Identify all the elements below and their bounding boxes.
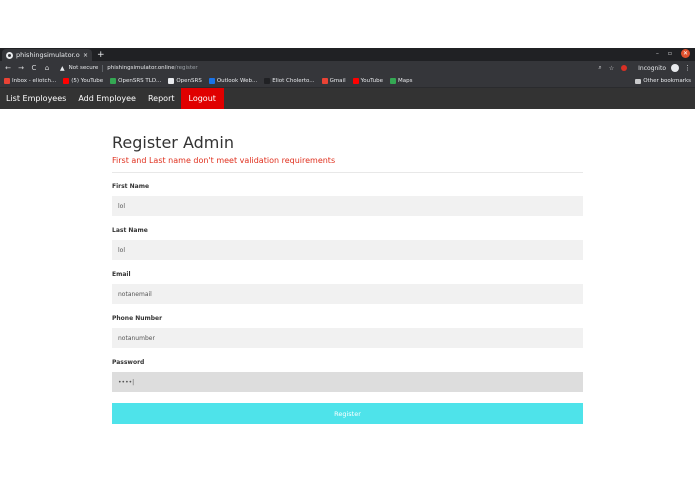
bookmark-favicon-icon	[264, 78, 271, 84]
bookmark-item[interactable]: YouTube	[352, 78, 383, 84]
bookmark-favicon-icon	[110, 78, 117, 84]
last-name-input[interactable]	[112, 240, 583, 260]
bookmark-label: OpenSRS TLD...	[118, 78, 162, 84]
bookmark-favicon-icon	[63, 78, 70, 84]
bookmark-label: Outlook Web...	[216, 78, 258, 84]
tab-title: phishingsimulator.online/register	[16, 51, 80, 59]
reload-icon[interactable]: C	[30, 64, 38, 72]
window-controls: – ▫ ✕	[656, 49, 690, 58]
home-icon[interactable]: ⌂	[43, 64, 51, 72]
phone-label: Phone Number	[112, 315, 163, 322]
bookmark-favicon-icon	[321, 78, 328, 84]
menu-icon[interactable]: ⋮	[684, 64, 691, 72]
email-label: Email	[112, 271, 131, 278]
address-divider	[102, 64, 104, 72]
bookmark-favicon-icon	[208, 78, 215, 84]
password-input[interactable]	[112, 372, 583, 392]
register-button[interactable]: Register	[112, 403, 583, 424]
other-bookmarks-label: Other bookmarks	[643, 78, 691, 84]
security-indicator[interactable]: Not secure	[69, 65, 99, 71]
divider	[112, 172, 583, 173]
nav-list-employees[interactable]: List Employees	[0, 88, 72, 109]
new-tab-button[interactable]: +	[97, 50, 105, 61]
browser-tab[interactable]: phishingsimulator.online/register ×	[2, 49, 92, 61]
bookmark-item[interactable]: Maps	[389, 78, 413, 84]
bookmark-item[interactable]: Inbox - eliotch...	[4, 78, 56, 84]
address-bar[interactable]: ▲ Not secure phishingsimulator.online/re…	[56, 63, 633, 73]
warning-icon: ▲	[60, 64, 65, 72]
bookmark-item[interactable]: OpenSRS	[168, 78, 202, 84]
close-window-icon[interactable]: ✕	[681, 49, 690, 58]
bookmark-item[interactable]: OpenSRS TLD...	[110, 78, 161, 84]
bookmark-favicon-icon	[168, 78, 175, 84]
bookmark-favicon-icon	[389, 78, 396, 84]
top-blank-area	[0, 0, 695, 48]
bookmark-item[interactable]: (5) YouTube	[63, 78, 103, 84]
bookmark-label: Maps	[397, 78, 413, 84]
maximize-icon[interactable]: ▫	[668, 50, 672, 57]
url-host: phishingsimulator.online	[107, 65, 175, 71]
first-name-label: First Name	[112, 183, 150, 190]
bookmark-item[interactable]: Gmail	[321, 78, 346, 84]
nav-report[interactable]: Report	[142, 88, 181, 109]
bookmark-label: OpenSRS	[176, 78, 202, 84]
nav-add-employee[interactable]: Add Employee	[72, 88, 142, 109]
minimize-icon[interactable]: –	[656, 50, 659, 57]
register-form: Register Admin First and Last name don't…	[112, 133, 583, 424]
url-path: /register	[174, 65, 198, 71]
logout-button[interactable]: Logout	[180, 88, 224, 109]
bookmark-item[interactable]: Eliot Cholerto...	[264, 78, 315, 84]
bookmark-favicon-icon	[352, 78, 359, 84]
site-navbar: List Employees Add Employee Report Logou…	[0, 88, 695, 109]
star-icon[interactable]: ☆	[609, 65, 614, 72]
browser-tab-strip: phishingsimulator.online/register × + – …	[0, 48, 695, 61]
incognito-label[interactable]: Incognito	[638, 65, 666, 72]
browser-toolbar: ← → C ⌂ ▲ Not secure phishingsimulator.o…	[0, 61, 695, 75]
tab-close-icon[interactable]: ×	[83, 52, 88, 59]
last-name-label: Last Name	[112, 227, 148, 234]
folder-icon	[635, 78, 642, 84]
address-bar-actions: ⌕ ☆	[598, 64, 628, 72]
search-icon[interactable]: ⌕	[598, 64, 601, 72]
bookmark-favicon-icon	[4, 78, 10, 84]
phone-input[interactable]	[112, 328, 583, 348]
bookmark-label: Gmail	[329, 78, 346, 84]
bookmark-label: YouTube	[360, 78, 383, 84]
bookmark-label: Inbox - eliotch...	[12, 78, 57, 84]
back-icon[interactable]: ←	[4, 64, 12, 72]
bookmarks-bar: Inbox - eliotch... (5) YouTube OpenSRS TLD…	[0, 75, 695, 88]
page-title: Register Admin	[112, 133, 234, 152]
bookmark-item[interactable]: Outlook Web...	[208, 78, 258, 84]
extension-icon[interactable]	[621, 65, 628, 71]
password-label: Password	[112, 359, 145, 366]
other-bookmarks[interactable]: Other bookmarks	[635, 78, 691, 84]
email-input[interactable]	[112, 284, 583, 304]
bookmark-label: (5) YouTube	[71, 78, 104, 84]
validation-error: First and Last name don't meet validatio…	[112, 156, 336, 165]
first-name-input[interactable]	[112, 196, 583, 216]
globe-icon	[6, 51, 13, 59]
incognito-icon[interactable]	[671, 64, 679, 72]
url-text[interactable]: phishingsimulator.online/register	[107, 65, 197, 71]
bookmark-label: Eliot Cholerto...	[272, 78, 315, 84]
forward-icon[interactable]: →	[17, 64, 25, 72]
